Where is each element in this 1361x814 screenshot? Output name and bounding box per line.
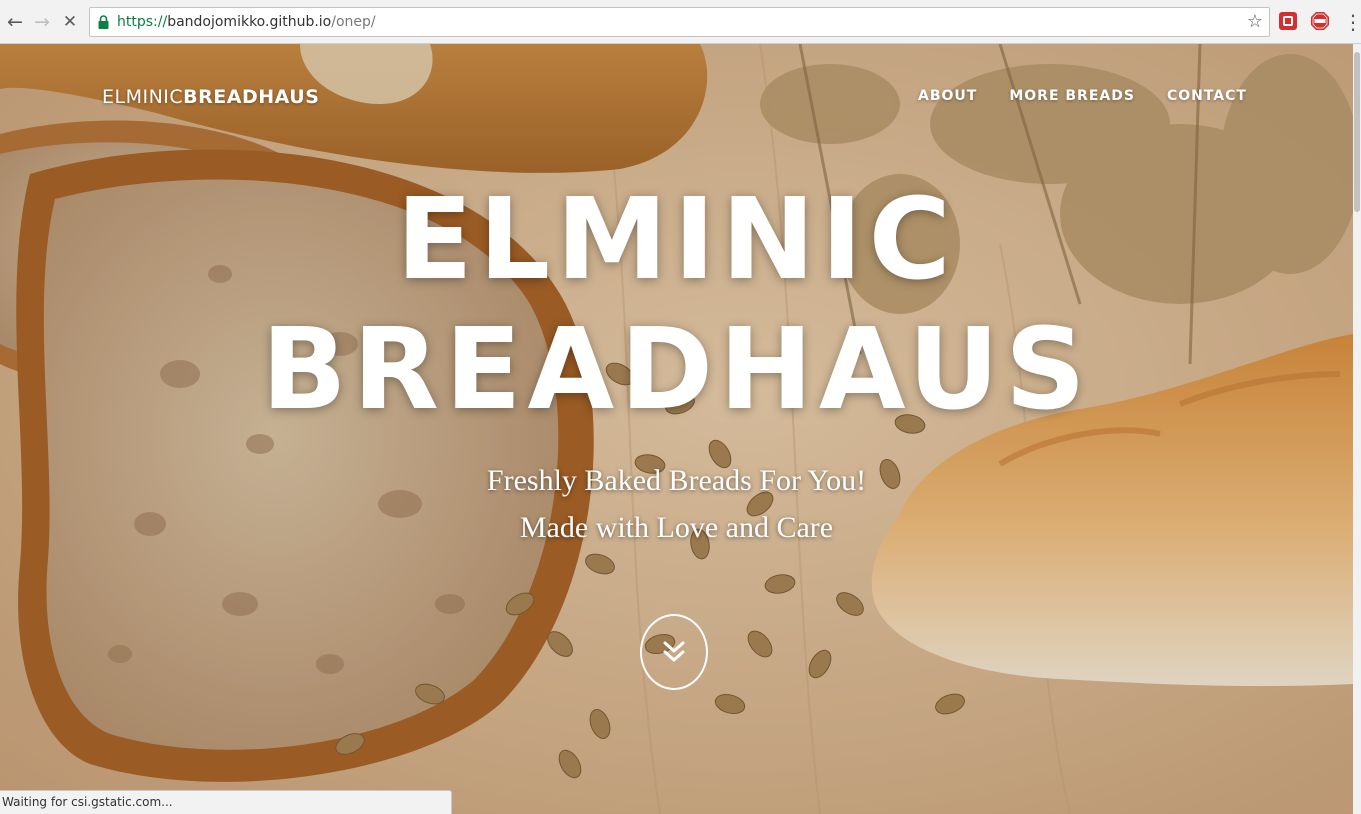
url-text[interactable]: https://bandojomikko.github.io/onep/ [117, 14, 376, 30]
forward-arrow-icon[interactable]: → [31, 11, 53, 33]
hero-section: ELMINICBREADHAUS ABOUT MORE BREADS CONTA… [0, 44, 1353, 814]
hero-headline-line-2: BREADHAUS [261, 305, 1092, 435]
nav-link-more-breads[interactable]: MORE BREADS [1009, 88, 1135, 104]
double-chevron-down-icon [663, 641, 685, 662]
nav-link-contact[interactable]: CONTACT [1167, 88, 1247, 104]
scroll-down-button[interactable] [640, 614, 708, 690]
hero-tagline-line-1: Freshly Baked Breads For You! [486, 464, 867, 497]
nav-link-about[interactable]: ABOUT [918, 88, 977, 104]
back-arrow-icon[interactable]: ← [4, 11, 26, 33]
loading-status-bubble: Waiting for csi.gstatic.com... [0, 790, 452, 814]
adblock-plus-icon[interactable] [1310, 11, 1330, 31]
site-nav-links: ABOUT MORE BREADS CONTACT [918, 88, 1247, 104]
url-scheme: https:// [117, 14, 168, 30]
browser-toolbar: ← → ✕ https://bandojomikko.github.io/one… [0, 0, 1361, 44]
hero-headline-line-1: ELMINIC [396, 175, 957, 305]
browser-menu-icon[interactable]: ⋮ [1343, 11, 1361, 33]
brand-part-1: ELMINIC [102, 86, 184, 108]
scrollbar-thumb[interactable] [1354, 52, 1360, 212]
stop-loading-icon[interactable]: ✕ [59, 11, 81, 33]
url-path: /onep/ [331, 14, 376, 30]
bookmark-star-icon[interactable]: ☆ [1247, 11, 1263, 32]
site-brand-logo[interactable]: ELMINICBREADHAUS [102, 86, 319, 108]
url-host: bandojomikko.github.io [167, 14, 332, 30]
hero-tagline-line-2: Made with Love and Care [519, 511, 834, 544]
site-navbar: ELMINICBREADHAUS ABOUT MORE BREADS CONTA… [0, 44, 1353, 144]
extension-icon[interactable] [1279, 12, 1297, 30]
brand-part-2: BREADHAUS [183, 86, 320, 108]
lock-icon [98, 15, 109, 29]
address-bar[interactable]: https://bandojomikko.github.io/onep/ ☆ [89, 7, 1270, 37]
page-scrollbar[interactable] [1353, 44, 1361, 814]
